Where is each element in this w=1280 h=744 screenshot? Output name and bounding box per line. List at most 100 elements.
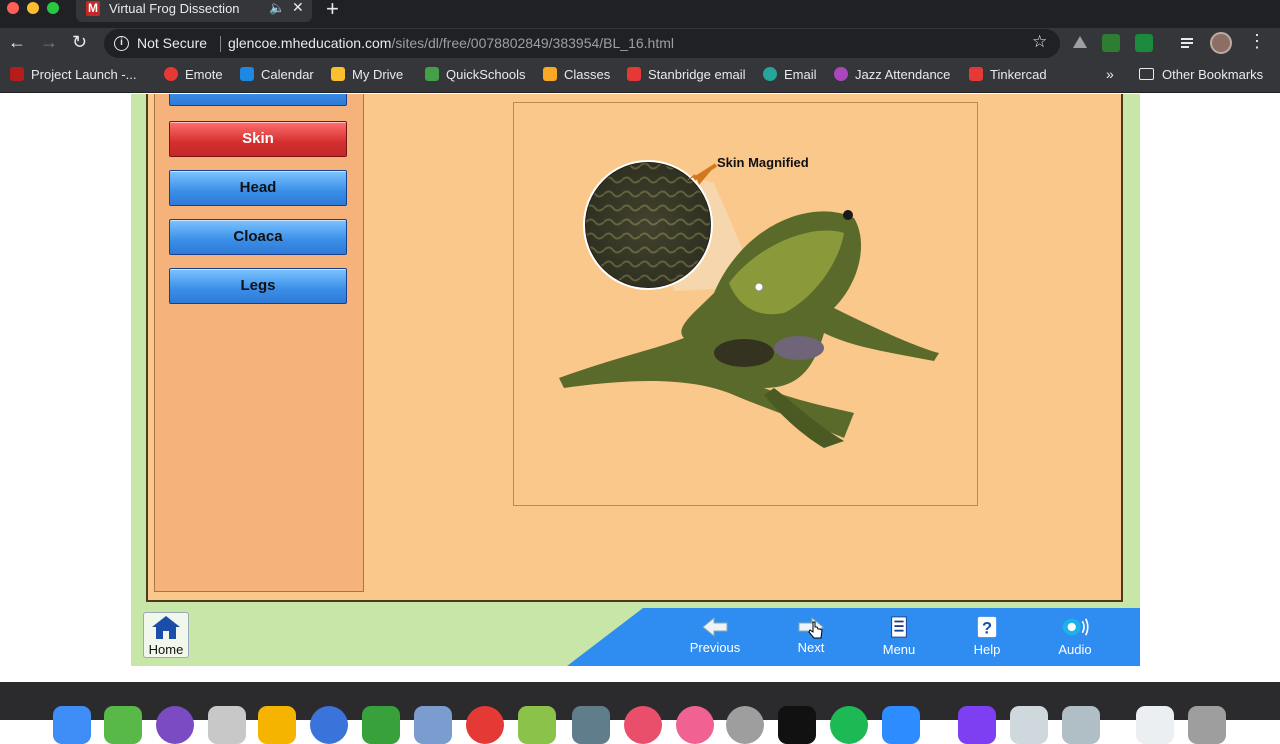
- browser-toolbar: ← → ↻ i Not Secure glencoe.mheducation.c…: [0, 28, 1280, 60]
- frog-image-stage: Skin Magnified: [513, 102, 978, 506]
- bookmark-icon: [240, 67, 254, 81]
- sidebar-item-cloaca[interactable]: Cloaca: [169, 219, 347, 255]
- forward-icon[interactable]: →: [40, 32, 58, 53]
- bookmark-label: Stanbridge email: [648, 67, 746, 82]
- excel-extension-icon[interactable]: [1135, 34, 1153, 52]
- sidebar-item-head[interactable]: Head: [169, 170, 347, 206]
- help-label: Help: [973, 642, 1001, 657]
- info-icon[interactable]: i: [114, 36, 129, 51]
- app-icon[interactable]: [362, 706, 400, 744]
- bookmark-label: My Drive: [352, 67, 404, 82]
- tab-title: Virtual Frog Dissection: [109, 1, 240, 16]
- app-icon[interactable]: [310, 706, 348, 744]
- help-button[interactable]: ? Help: [952, 608, 1022, 666]
- app-icon[interactable]: [572, 706, 610, 744]
- menu-button[interactable]: Menu: [864, 608, 934, 666]
- siri-icon[interactable]: [156, 706, 194, 744]
- bookmark-star-icon[interactable]: ☆: [1032, 32, 1047, 52]
- tab-close-icon[interactable]: ✕: [292, 0, 304, 16]
- previous-button[interactable]: Previous: [680, 608, 750, 666]
- app-icon[interactable]: [208, 706, 246, 744]
- bookmark-label: QuickSchools: [446, 67, 526, 82]
- new-tab-button[interactable]: +: [326, 0, 339, 22]
- next-label: Next: [797, 640, 825, 655]
- speaker-icon[interactable]: 🔈: [269, 0, 285, 16]
- url-text[interactable]: glencoe.mheducation.com/sites/dl/free/00…: [228, 35, 674, 51]
- more-menu-icon[interactable]: ⋮: [1248, 31, 1266, 52]
- security-label[interactable]: Not Secure: [137, 35, 207, 51]
- address-bar[interactable]: i Not Secure glencoe.mheducation.com/sit…: [104, 29, 1060, 58]
- sidebar-item-scrolled[interactable]: [169, 94, 347, 106]
- bookmark-icon: [164, 67, 178, 81]
- bookmark-label: Tinkercad: [990, 67, 1047, 82]
- menu-label: Menu: [882, 642, 916, 657]
- bookmark-classes[interactable]: Classes: [543, 67, 610, 85]
- finder-icon[interactable]: [53, 706, 91, 744]
- bookmark-quickschools[interactable]: QuickSchools: [425, 67, 525, 85]
- home-button[interactable]: Home: [143, 612, 189, 658]
- bookmark-calendar[interactable]: Calendar: [240, 67, 314, 85]
- bookmarks-bar: Project Launch -... Emote Calendar My Dr…: [0, 60, 1280, 93]
- browser-tab[interactable]: M Virtual Frog Dissection 🔈 ✕: [76, 0, 312, 22]
- minimize-window-button[interactable]: [27, 2, 39, 14]
- bookmark-label: Calendar: [261, 67, 314, 82]
- terminal-icon[interactable]: [778, 706, 816, 744]
- drive-extension-icon[interactable]: [1071, 34, 1089, 52]
- sidebar: Skin Head Cloaca Legs: [154, 94, 364, 592]
- sidebar-item-skin[interactable]: Skin: [169, 121, 347, 157]
- bookmark-label: Emote: [185, 67, 223, 82]
- music-icon[interactable]: [676, 706, 714, 744]
- app-icon[interactable]: [958, 706, 996, 744]
- app-icon[interactable]: [1062, 706, 1100, 744]
- bookmark-email[interactable]: Email: [763, 67, 817, 85]
- other-bookmarks[interactable]: Other Bookmarks: [1139, 67, 1263, 85]
- url-path: /sites/dl/free/0078802849/383954/BL_16.h…: [391, 35, 674, 51]
- home-icon: [152, 616, 180, 639]
- bookmark-project-launch[interactable]: Project Launch -...: [10, 67, 137, 85]
- settings-icon[interactable]: [726, 706, 764, 744]
- home-label: Home: [148, 642, 184, 657]
- folder-icon: [1139, 68, 1154, 80]
- close-window-button[interactable]: [7, 2, 19, 14]
- bookmark-tinkercad[interactable]: Tinkercad: [969, 67, 1047, 85]
- document-icon[interactable]: [1136, 706, 1174, 744]
- help-question-icon: ?: [977, 616, 997, 637]
- back-icon[interactable]: ←: [8, 32, 26, 53]
- chrome-icon[interactable]: [466, 706, 504, 744]
- media-controls-icon[interactable]: [1179, 34, 1197, 52]
- bookmark-icon: [969, 67, 983, 81]
- bookmark-label: Email: [784, 67, 817, 82]
- reload-icon[interactable]: ↻: [72, 32, 87, 53]
- zoom-icon[interactable]: [882, 706, 920, 744]
- bookmark-icon: [834, 67, 848, 81]
- cast-extension-icon[interactable]: [1102, 34, 1120, 52]
- bookmark-label: Classes: [564, 67, 611, 82]
- control-bar: Previous Next Menu ? Help Audio: [567, 608, 1140, 666]
- app-icon[interactable]: [104, 706, 142, 744]
- menu-list-icon: [891, 616, 907, 638]
- zoom-window-button[interactable]: [47, 2, 59, 14]
- spotify-icon[interactable]: [830, 706, 868, 744]
- app-icon[interactable]: [414, 706, 452, 744]
- bookmarks-overflow-icon[interactable]: »: [1106, 66, 1114, 82]
- bookmark-icon: [627, 67, 641, 81]
- macos-dock: [0, 682, 1280, 744]
- other-bookmarks-label: Other Bookmarks: [1162, 67, 1264, 82]
- trash-icon[interactable]: [1188, 706, 1226, 744]
- app-icon[interactable]: [1010, 706, 1048, 744]
- app-icon[interactable]: [518, 706, 556, 744]
- bookmark-stanbridge-email[interactable]: Stanbridge email: [627, 67, 746, 85]
- main-panel: Skin Head Cloaca Legs Skin Magnified: [146, 94, 1123, 602]
- sidebar-item-legs[interactable]: Legs: [169, 268, 347, 304]
- profile-avatar[interactable]: [1210, 32, 1232, 54]
- bookmark-my-drive[interactable]: My Drive: [331, 67, 403, 85]
- drive-icon[interactable]: [258, 706, 296, 744]
- frog-eye: [843, 210, 853, 220]
- hand-cursor-icon: [808, 621, 823, 639]
- url-host: glencoe.mheducation.com: [228, 35, 392, 51]
- audio-button[interactable]: Audio: [1040, 608, 1110, 666]
- bookmark-jazz-attendance[interactable]: Jazz Attendance: [834, 67, 950, 85]
- bookmark-emote[interactable]: Emote: [164, 67, 223, 85]
- app-icon[interactable]: [624, 706, 662, 744]
- bookmark-icon: [543, 67, 557, 81]
